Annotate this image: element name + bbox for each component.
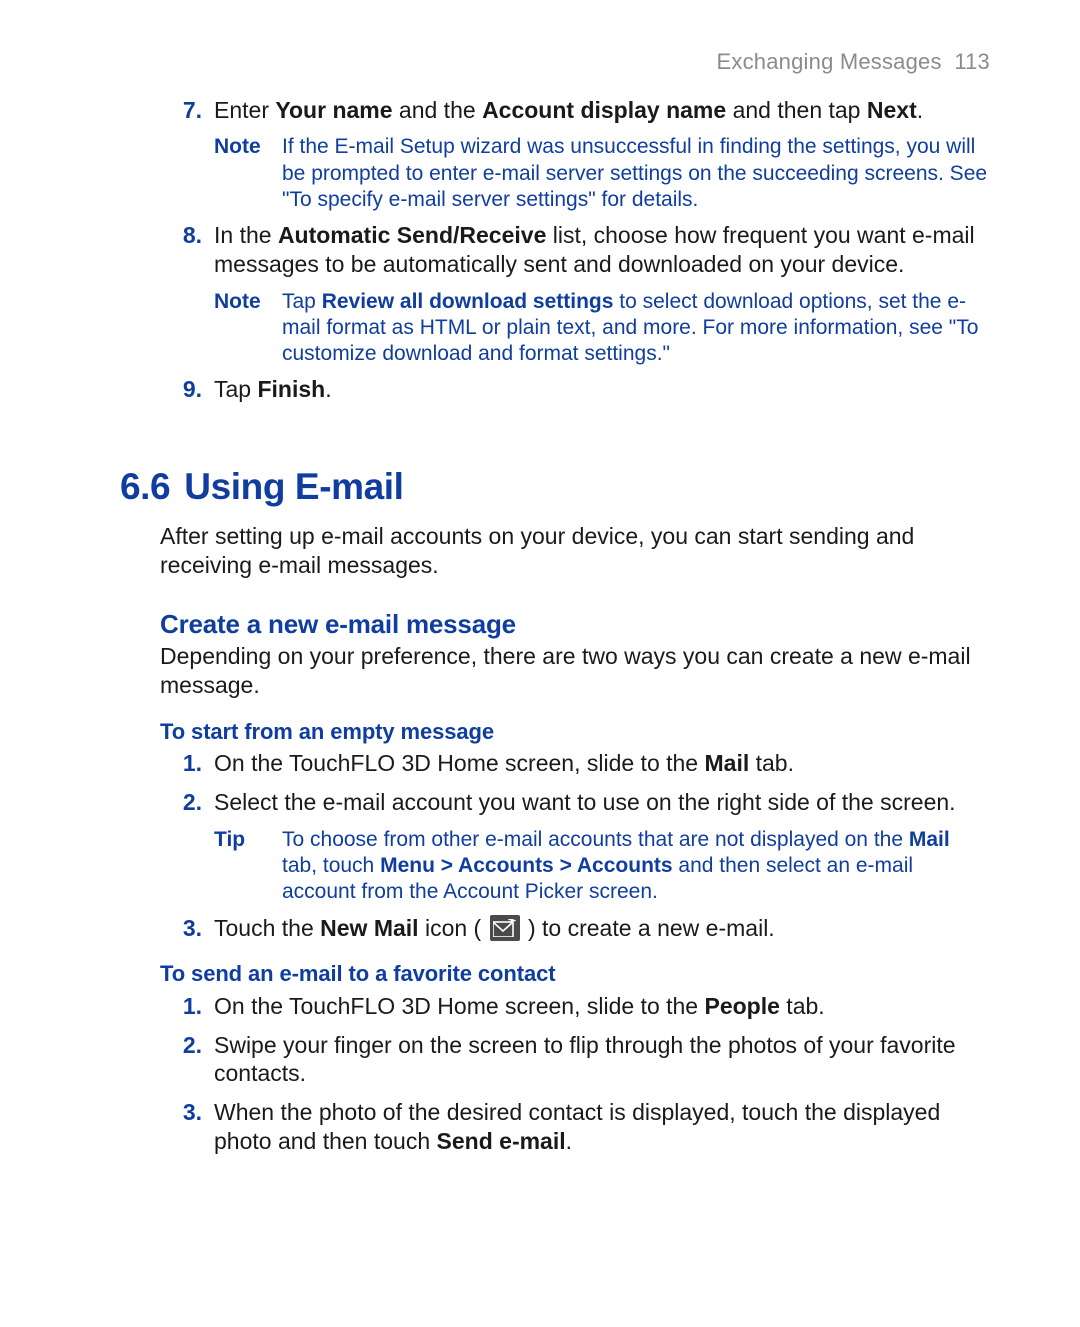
step-body: Tap Finish. [214, 375, 990, 404]
step-number: 3. [120, 1098, 214, 1156]
page: Exchanging Messages 113 7. Enter Your na… [0, 0, 1080, 1327]
page-number: 113 [954, 49, 990, 74]
header-title: Exchanging Messages [717, 49, 942, 74]
step-number: 1. [120, 992, 214, 1021]
step-body: In the Automatic Send/Receive list, choo… [214, 221, 990, 279]
step-body: Enter Your name and the Account display … [214, 96, 990, 125]
step-8: 8. In the Automatic Send/Receive list, c… [120, 221, 990, 279]
note-label: Note [214, 289, 282, 368]
step-body: On the TouchFLO 3D Home screen, slide to… [214, 992, 990, 1021]
step-7: 7. Enter Your name and the Account displ… [120, 96, 990, 125]
ss2-step-2: 2. Swipe your finger on the screen to fl… [120, 1031, 990, 1089]
section-paragraph: After setting up e-mail accounts on your… [160, 522, 990, 580]
new-mail-icon [490, 915, 520, 941]
ss2-step-1: 1. On the TouchFLO 3D Home screen, slide… [120, 992, 990, 1021]
note-step-8: Note Tap Review all download settings to… [214, 289, 990, 368]
note-body: Tap Review all download settings to sele… [282, 289, 990, 368]
note-body: If the E-mail Setup wizard was unsuccess… [282, 134, 990, 213]
step-body: Select the e-mail account you want to us… [214, 788, 990, 817]
section-heading: 6.6 Using E-mail [120, 464, 990, 510]
step-number: 7. [120, 96, 214, 125]
ss1-step-1: 1. On the TouchFLO 3D Home screen, slide… [120, 749, 990, 778]
step-body: Swipe your finger on the screen to flip … [214, 1031, 990, 1089]
tip-ss1: Tip To choose from other e-mail accounts… [214, 827, 990, 906]
note-label: Note [214, 134, 282, 213]
section-title: Using E-mail [184, 466, 403, 507]
step-number: 1. [120, 749, 214, 778]
tip-body: To choose from other e-mail accounts tha… [282, 827, 990, 906]
step-9: 9. Tap Finish. [120, 375, 990, 404]
step-body: When the photo of the desired contact is… [214, 1098, 990, 1156]
step-number: 2. [120, 788, 214, 817]
note-step-7: Note If the E-mail Setup wizard was unsu… [214, 134, 990, 213]
tip-label: Tip [214, 827, 282, 906]
step-number: 3. [120, 914, 214, 943]
step-number: 8. [120, 221, 214, 279]
subheading-create: Create a new e-mail message [160, 608, 990, 641]
subsub-favorite-contact: To send an e-mail to a favorite contact [160, 960, 990, 988]
ss1-step-3: 3. Touch the New Mail icon ( ) to create… [120, 914, 990, 943]
step-number: 2. [120, 1031, 214, 1089]
subsub-empty-message: To start from an empty message [160, 718, 990, 746]
step-body: Touch the New Mail icon ( ) to create a … [214, 914, 990, 943]
section-number: 6.6 [120, 466, 170, 507]
ss2-step-3: 3. When the photo of the desired contact… [120, 1098, 990, 1156]
ss1-step-2: 2. Select the e-mail account you want to… [120, 788, 990, 817]
sub-paragraph: Depending on your preference, there are … [160, 642, 990, 700]
step-body: On the TouchFLO 3D Home screen, slide to… [214, 749, 990, 778]
running-header: Exchanging Messages 113 [120, 48, 990, 76]
step-number: 9. [120, 375, 214, 404]
